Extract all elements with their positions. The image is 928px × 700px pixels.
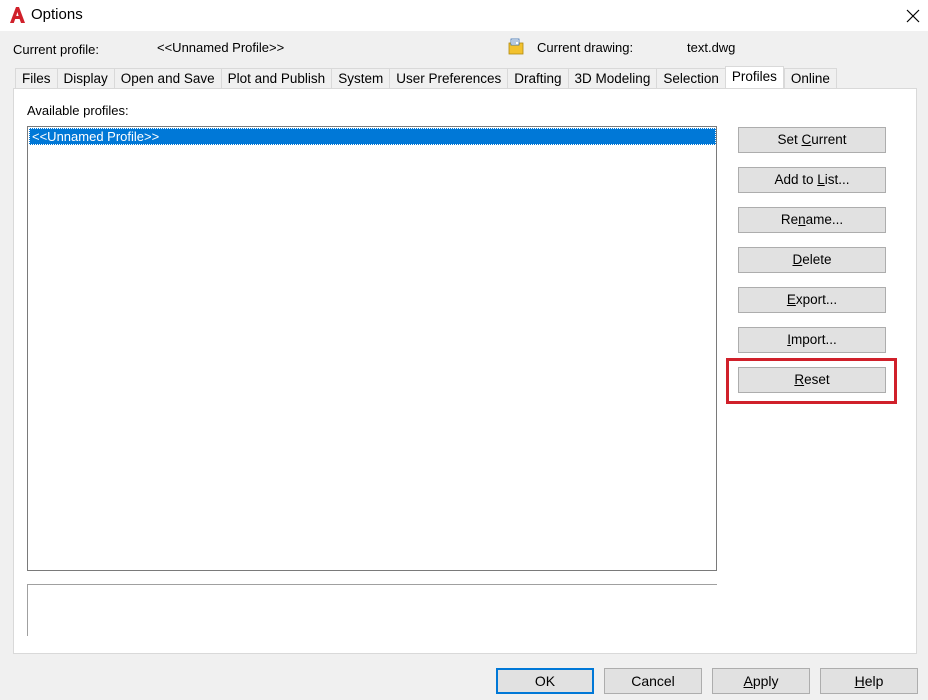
tab-drafting[interactable]: Drafting: [507, 68, 568, 89]
tab-selection[interactable]: Selection: [656, 68, 725, 89]
list-item[interactable]: <<Unnamed Profile>>: [29, 128, 716, 145]
tab-open-and-save[interactable]: Open and Save: [113, 68, 221, 89]
current-profile-label: Current profile:: [13, 42, 99, 57]
tab-display[interactable]: Display: [56, 68, 114, 89]
title-bar: Options: [0, 0, 928, 31]
apply-button[interactable]: Apply: [712, 668, 810, 694]
tab-online[interactable]: Online: [783, 68, 837, 89]
tab-files[interactable]: Files: [15, 68, 57, 89]
import-button[interactable]: Import...: [738, 327, 886, 353]
delete-button[interactable]: Delete: [738, 247, 886, 273]
close-button[interactable]: [898, 0, 928, 31]
tab-system[interactable]: System: [331, 68, 390, 89]
tab-strip: Files Display Open and Save Plot and Pub…: [15, 66, 837, 89]
profile-description-box: [27, 584, 717, 636]
ok-button[interactable]: OK: [496, 668, 594, 694]
tab-profiles[interactable]: Profiles: [724, 66, 784, 88]
profiles-listbox[interactable]: <<Unnamed Profile>>: [27, 126, 717, 571]
help-button[interactable]: Help: [820, 668, 918, 694]
close-icon: [906, 9, 920, 22]
add-to-list-button[interactable]: Add to List...: [738, 167, 886, 193]
tab-plot-and-publish[interactable]: Plot and Publish: [220, 68, 332, 89]
export-button[interactable]: Export...: [738, 287, 886, 313]
current-profile-value: <<Unnamed Profile>>: [157, 40, 285, 55]
drawing-file-icon: [508, 38, 524, 55]
window-title: Options: [31, 6, 83, 23]
cancel-button[interactable]: Cancel: [604, 668, 702, 694]
current-drawing-value: text.dwg: [687, 40, 736, 55]
current-drawing-label: Current drawing:: [537, 40, 634, 55]
reset-highlight-box: [726, 358, 897, 404]
rename-button[interactable]: Rename...: [738, 207, 886, 233]
tab-user-preferences[interactable]: User Preferences: [389, 68, 508, 89]
autocad-logo-icon: [10, 7, 25, 23]
tab-3d-modeling[interactable]: 3D Modeling: [567, 68, 657, 89]
available-profiles-label: Available profiles:: [27, 103, 129, 118]
set-current-button[interactable]: Set Current: [738, 127, 886, 153]
